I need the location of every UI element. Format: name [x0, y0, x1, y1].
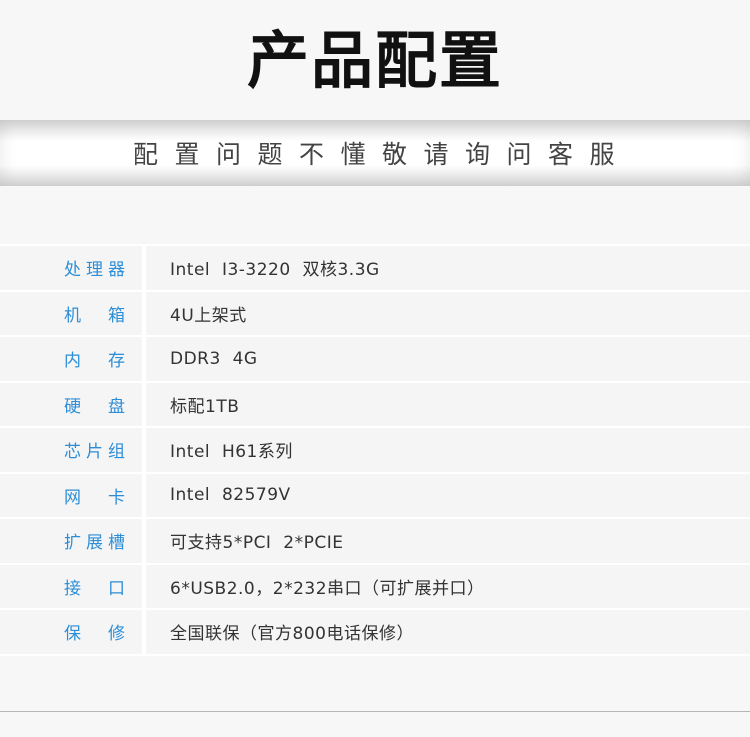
- spec-row-ports: 接口 6*USB2.0，2*232串口（可扩展并口）: [0, 564, 750, 610]
- spec-value: 全国联保（官方800电话保修）: [170, 624, 414, 645]
- spec-label: 处理器: [64, 260, 126, 281]
- spec-label-cell: 内存: [0, 337, 146, 381]
- notice-text: 配置问题不懂敬请询问客服: [132, 140, 631, 169]
- header: 产品配置: [0, 0, 750, 120]
- divider: [0, 711, 750, 712]
- spec-label: 芯片组: [64, 442, 126, 463]
- spec-label-cell: 机箱: [0, 291, 146, 335]
- spec-value: 可支持5*PCI 2*PCIE: [170, 533, 344, 554]
- spec-row-chassis: 机箱 4U上架式: [0, 291, 750, 337]
- spec-label: 扩展槽: [64, 533, 126, 554]
- spec-value: 4U上架式: [170, 305, 247, 326]
- spec-value: Intel I3-3220 双核3.3G: [170, 260, 380, 281]
- spec-label-cell: 硬盘: [0, 382, 146, 426]
- spec-label-cell: 接口: [0, 564, 146, 608]
- spec-label: 网卡: [64, 487, 126, 508]
- spec-table: 处理器 Intel I3-3220 双核3.3G 机箱 4U上架式 内存 DDR…: [0, 244, 750, 656]
- spec-label: 硬盘: [64, 396, 126, 417]
- spec-label: 内存: [64, 351, 126, 372]
- spec-value: DDR3 4G: [170, 348, 258, 369]
- page-title: 产品配置: [246, 24, 503, 97]
- spec-row-slots: 扩展槽 可支持5*PCI 2*PCIE: [0, 519, 750, 565]
- spec-label-cell: 芯片组: [0, 428, 146, 472]
- spec-value: Intel 82579V: [170, 485, 291, 506]
- spec-label: 保修: [64, 624, 126, 645]
- spec-row-memory: 内存 DDR3 4G: [0, 337, 750, 383]
- spec-label: 接口: [64, 578, 126, 599]
- spec-value: 6*USB2.0，2*232串口（可扩展并口）: [170, 578, 485, 599]
- spec-label-cell: 扩展槽: [0, 519, 146, 563]
- spec-row-disk: 硬盘 标配1TB: [0, 382, 750, 428]
- spec-row-nic: 网卡 Intel 82579V: [0, 473, 750, 519]
- spec-value: Intel H61系列: [170, 442, 293, 463]
- spec-row-cpu: 处理器 Intel I3-3220 双核3.3G: [0, 246, 750, 292]
- spec-label-cell: 处理器: [0, 246, 146, 290]
- spec-label-cell: 保修: [0, 610, 146, 654]
- spec-row-chipset: 芯片组 Intel H61系列: [0, 428, 750, 474]
- notice-banner: 配置问题不懂敬请询问客服: [0, 120, 750, 186]
- spec-label-cell: 网卡: [0, 473, 146, 517]
- spec-value: 标配1TB: [170, 396, 240, 417]
- spec-label: 机箱: [64, 305, 126, 326]
- spec-row-warranty: 保修 全国联保（官方800电话保修）: [0, 610, 750, 656]
